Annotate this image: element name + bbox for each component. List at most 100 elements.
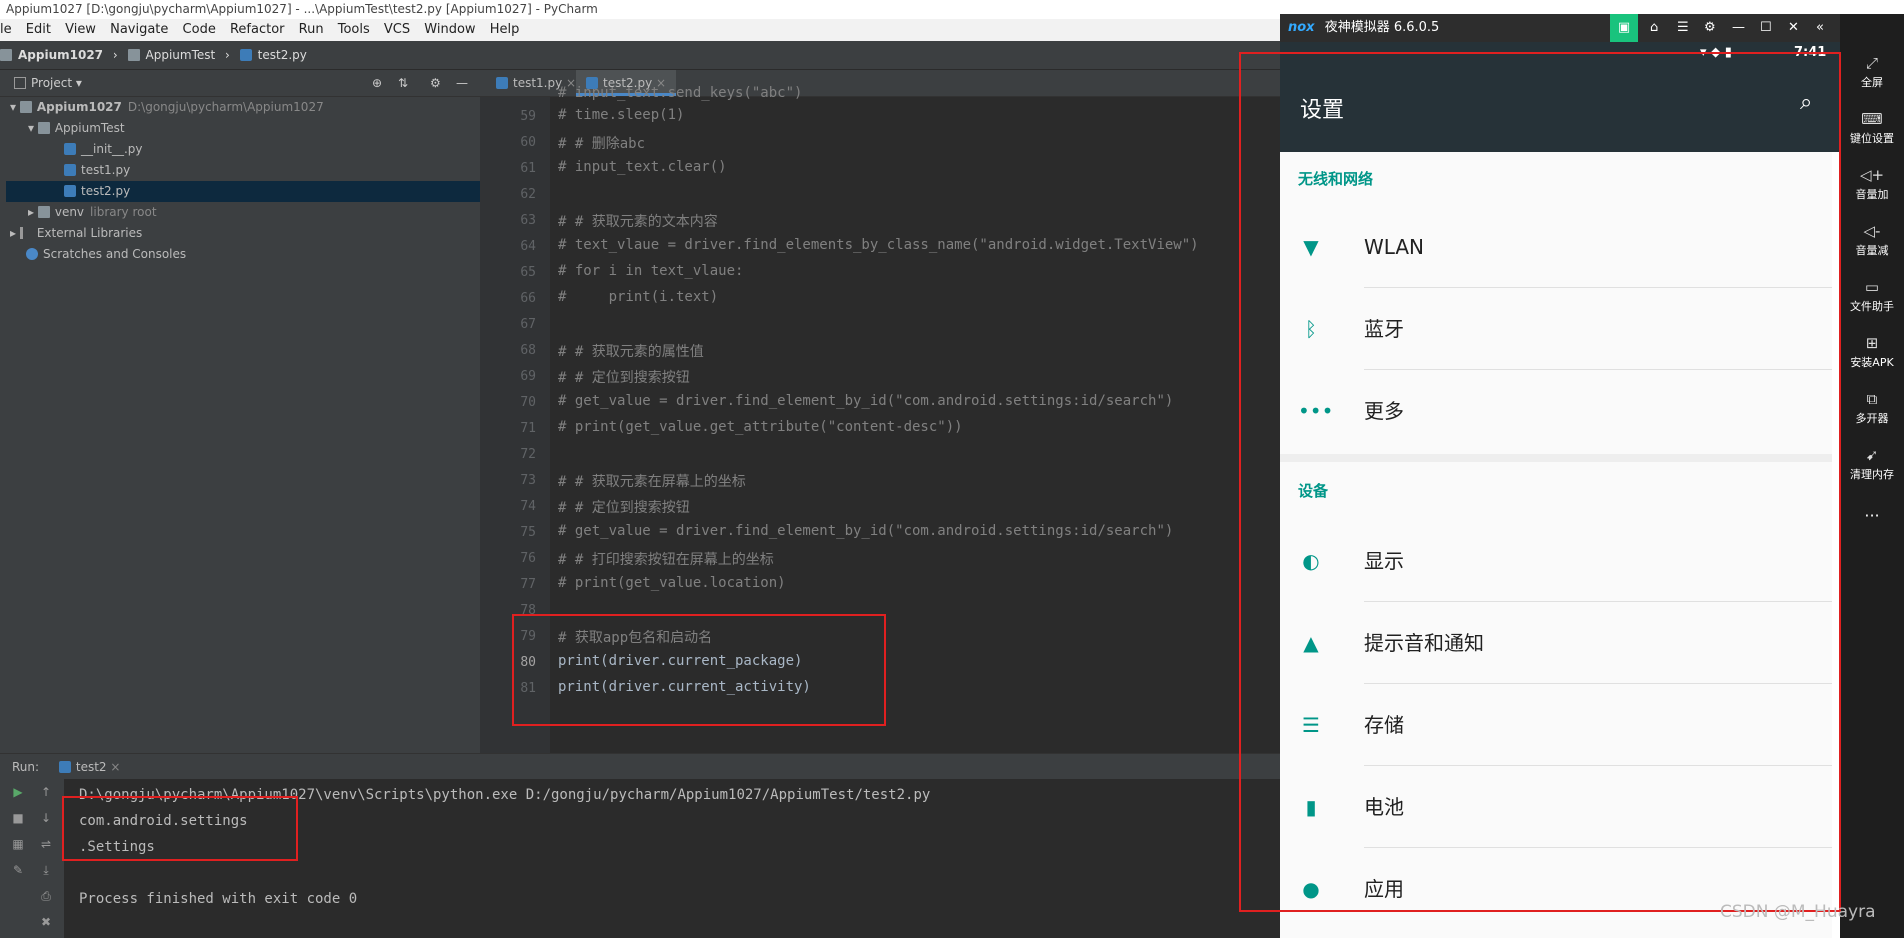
- tree-item-init[interactable]: __init__.py: [6, 139, 480, 160]
- toolbar-icon[interactable]: ▣: [1610, 14, 1638, 42]
- line-number: 59: [520, 109, 536, 124]
- tab-run-test2[interactable]: test2 ×: [58, 760, 120, 774]
- menu-run[interactable]: Run: [299, 22, 324, 37]
- rerun-icon[interactable]: ▶: [8, 785, 28, 803]
- tree-item-project-root[interactable]: ▾ Appium1027 D:\gongju\pycharm\Appium1027: [6, 97, 480, 118]
- volume-down-icon: ◁-: [1863, 222, 1881, 240]
- tree-item-test2[interactable]: test2.py: [6, 181, 480, 202]
- maximize-icon[interactable]: ☐: [1760, 14, 1772, 42]
- tree-item-venv[interactable]: ▸ venv library root: [6, 202, 480, 223]
- menu-refactor[interactable]: Refactor: [230, 22, 285, 37]
- menu-code[interactable]: Code: [183, 22, 216, 37]
- line-number: 61: [520, 161, 536, 176]
- volume-up-icon: ◁+: [1859, 166, 1885, 184]
- tree-item-label: External Libraries: [36, 226, 143, 240]
- menu-help[interactable]: Help: [490, 22, 520, 37]
- sidebar-multi-instance[interactable]: ⧉ 多开器: [1840, 390, 1904, 426]
- python-file-icon: [239, 49, 252, 61]
- keyboard-icon: ⌨: [1861, 110, 1883, 128]
- chevron-right-icon: ›: [225, 48, 230, 62]
- trash-icon[interactable]: ✖: [36, 915, 56, 933]
- tree-item-scratches[interactable]: Scratches and Consoles: [6, 244, 480, 265]
- chevron-down-icon: ▾: [10, 100, 20, 114]
- code-line: # # 定位到搜索按钮: [558, 370, 690, 386]
- multi-window-icon: ⧉: [1866, 390, 1878, 408]
- gear-icon[interactable]: ⚙: [1704, 14, 1716, 42]
- up-arrow-icon[interactable]: ↑: [36, 785, 56, 803]
- run-tab-label: test2: [75, 760, 107, 774]
- line-number: 73: [520, 473, 536, 488]
- collapse-sidebar-icon[interactable]: «: [1816, 14, 1824, 42]
- code-line: # # 获取元素在屏幕上的坐标: [558, 474, 746, 490]
- minimize-icon[interactable]: —: [1732, 14, 1745, 42]
- nox-logo: nox: [1288, 20, 1315, 35]
- tree-item-test1[interactable]: test1.py: [6, 160, 480, 181]
- tree-item-label: Appium1027: [36, 100, 122, 114]
- tree-item-label: Scratches and Consoles: [43, 247, 187, 261]
- menu-icon[interactable]: ☰: [1677, 14, 1689, 42]
- line-number: 68: [520, 343, 536, 358]
- chevron-down-icon[interactable]: ▾: [76, 76, 82, 90]
- python-file-icon: [58, 761, 71, 773]
- menu-window[interactable]: Window: [424, 22, 475, 37]
- sidebar-clean-memory[interactable]: ➹ 清理内存: [1840, 446, 1904, 482]
- close-icon[interactable]: ×: [110, 760, 120, 774]
- highlight-box-emulator: [1239, 52, 1841, 912]
- locate-icon[interactable]: ⊕: [372, 70, 382, 96]
- chevron-right-icon: ▸: [10, 226, 20, 240]
- sidebar-label: 全屏: [1861, 76, 1883, 89]
- pin-icon[interactable]: ✎: [8, 863, 28, 881]
- menu-view[interactable]: View: [65, 22, 96, 37]
- soft-wrap-icon[interactable]: ⇌: [36, 837, 56, 855]
- tree-item-label: AppiumTest: [54, 121, 125, 135]
- sidebar-fullscreen[interactable]: ⤢ 全屏: [1840, 54, 1904, 90]
- rocket-icon: ➹: [1865, 446, 1879, 464]
- sidebar-volume-down[interactable]: ◁- 音量减: [1840, 222, 1904, 258]
- breadcrumb-project[interactable]: Appium1027: [18, 48, 103, 62]
- sidebar-install-apk[interactable]: ⊞ 安装APK: [1840, 334, 1904, 370]
- tree-item-label: __init__.py: [81, 142, 143, 156]
- breadcrumb-file[interactable]: test2.py: [258, 48, 307, 62]
- tree-item-path: D:\gongju\pycharm\Appium1027: [127, 100, 324, 114]
- folder-icon: [37, 206, 50, 218]
- emulator-sidebar: ⤢ 全屏 ⌨ 键位设置 ◁+ 音量加 ◁- 音量减 ▭ 文件助手 ⊞ 安装APK ⧉ 多开器 …: [1840, 14, 1904, 938]
- shirt-icon[interactable]: ⌂: [1650, 14, 1658, 42]
- menu-tools[interactable]: Tools: [338, 22, 370, 37]
- scroll-end-icon[interactable]: ⤓: [36, 863, 56, 881]
- project-panel-title[interactable]: Project: [31, 76, 72, 90]
- folder-icon: [127, 49, 140, 61]
- chevron-right-icon: ›: [112, 48, 118, 62]
- sidebar-file-assistant[interactable]: ▭ 文件助手: [1840, 278, 1904, 314]
- code-line: # # 删除abc: [558, 136, 646, 152]
- hide-icon[interactable]: —: [456, 70, 468, 96]
- collapse-icon[interactable]: ⇅: [398, 70, 408, 96]
- console-line: Process finished with exit code 0: [79, 891, 358, 907]
- code-line-partial: # input_text.send_keys("abc"): [558, 85, 803, 101]
- sidebar-keymap[interactable]: ⌨ 键位设置: [1840, 110, 1904, 146]
- tree-item-external-libraries[interactable]: ▸ External Libraries: [6, 223, 480, 244]
- breadcrumb: Appium1027 › AppiumTest › test2.py: [0, 41, 1280, 70]
- stop-icon[interactable]: ■: [8, 811, 28, 829]
- print-icon[interactable]: ⎙: [36, 889, 56, 907]
- gear-icon[interactable]: ⚙: [430, 70, 441, 96]
- menu-navigate[interactable]: Navigate: [110, 22, 168, 37]
- line-number: 65: [520, 265, 536, 280]
- menu-file[interactable]: le: [0, 22, 12, 37]
- sidebar-label: 清理内存: [1850, 468, 1894, 481]
- menu-edit[interactable]: Edit: [26, 22, 51, 37]
- layout-icon[interactable]: ▦: [8, 837, 28, 855]
- more-dots-icon[interactable]: ···: [1840, 506, 1904, 525]
- watermark: CSDN @M_Huayra: [1720, 902, 1876, 922]
- menu-vcs[interactable]: VCS: [384, 22, 410, 37]
- line-number: 66: [520, 291, 536, 306]
- library-icon: [19, 227, 32, 239]
- down-arrow-icon[interactable]: ↓: [36, 811, 56, 829]
- breadcrumb-folder[interactable]: AppiumTest: [146, 48, 216, 62]
- close-icon[interactable]: ✕: [1788, 14, 1799, 42]
- tree-item-label: test2.py: [81, 184, 131, 198]
- tree-item-appiumtest[interactable]: ▾ AppiumTest: [6, 118, 480, 139]
- sidebar-volume-up[interactable]: ◁+ 音量加: [1840, 166, 1904, 202]
- emulator-title: 夜神模拟器 6.6.0.5: [1324, 20, 1440, 35]
- line-number: 74: [520, 499, 536, 514]
- scratches-icon: [26, 248, 38, 260]
